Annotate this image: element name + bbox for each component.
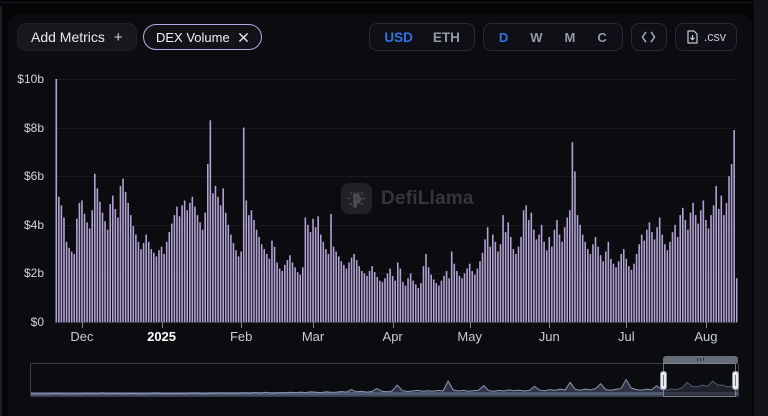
interval-option-monthly[interactable]: M: [554, 30, 587, 45]
code-brackets-icon: [641, 31, 656, 43]
csv-label: .csv: [704, 30, 726, 44]
download-csv-button[interactable]: .csv: [675, 23, 737, 51]
close-icon[interactable]: [238, 32, 249, 43]
currency-option-eth[interactable]: ETH: [423, 30, 470, 45]
navigator-left-handle[interactable]: [660, 371, 667, 390]
defillama-logo-icon: [341, 183, 372, 214]
toolbar-right-controls: USD ETH D W M C: [369, 23, 737, 51]
navigator-data-shadow: [31, 364, 738, 396]
metric-chip-dex-volume[interactable]: DEX Volume: [143, 24, 262, 50]
toolbar: Add Metrics + DEX Volume USD ETH D W M: [8, 23, 752, 53]
currency-toggle-group: USD ETH: [369, 23, 475, 51]
top-divider: [0, 2, 768, 3]
navigator-right-handle[interactable]: [732, 371, 739, 390]
time-range-navigator[interactable]: [30, 363, 739, 397]
csv-file-icon: [686, 30, 699, 44]
navigator-drag-grip[interactable]: [663, 356, 739, 363]
interval-option-daily[interactable]: D: [488, 30, 519, 45]
navigator-selection-window[interactable]: [663, 363, 737, 397]
interval-option-weekly[interactable]: W: [519, 30, 553, 45]
dex-volume-dashboard: Add Metrics + DEX Volume USD ETH D W M: [0, 0, 768, 416]
embed-chart-button[interactable]: [631, 23, 667, 51]
metric-chip-label: DEX Volume: [156, 30, 230, 45]
right-edge-strip: [754, 0, 768, 416]
chart-panel: Add Metrics + DEX Volume USD ETH D W M: [8, 14, 752, 416]
interval-toggle-group: D W M C: [483, 23, 623, 51]
watermark-text: DefiLlama: [381, 188, 474, 210]
currency-option-usd[interactable]: USD: [374, 30, 423, 45]
left-edge-strip: [0, 6, 2, 416]
watermark: DefiLlama: [341, 183, 474, 214]
plus-icon: +: [114, 29, 123, 46]
add-metrics-button[interactable]: Add Metrics +: [17, 23, 137, 51]
interval-option-cumulative[interactable]: C: [586, 30, 617, 45]
add-metrics-label: Add Metrics: [31, 29, 105, 45]
